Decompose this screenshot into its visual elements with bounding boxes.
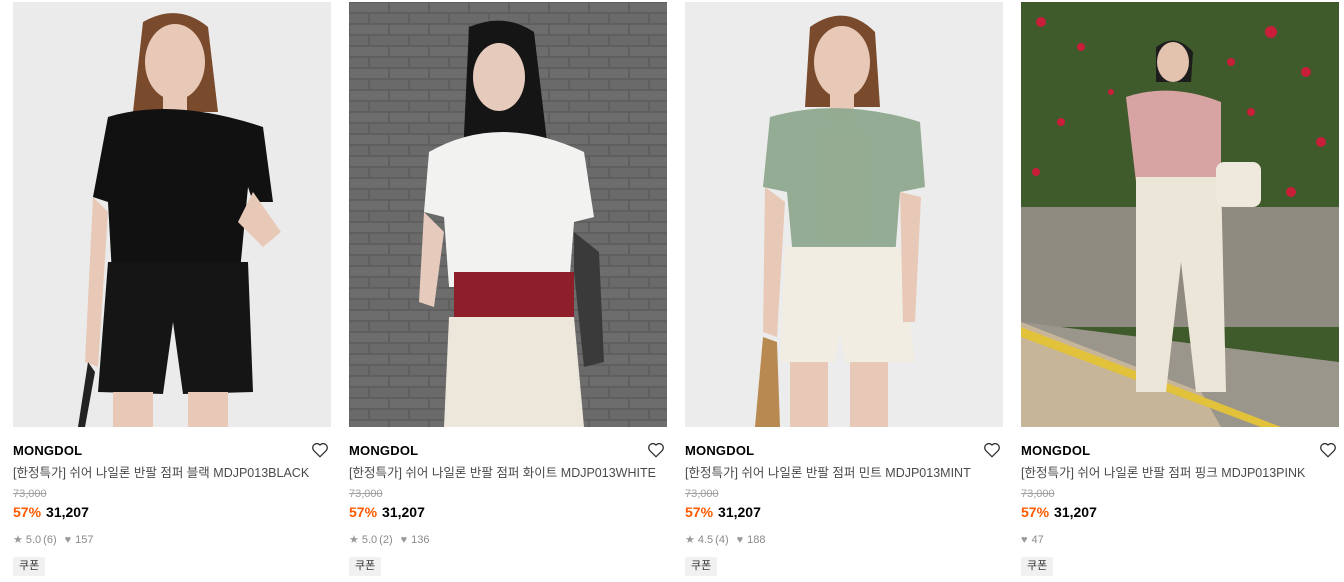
rating-value: 4.5 [697, 534, 714, 546]
price-row: 57% 31,207 [1021, 503, 1339, 521]
discount-rate: 57% [13, 504, 42, 520]
coupon-badge: 쿠폰 [1021, 557, 1054, 576]
product-photo-black [13, 2, 331, 427]
original-price: 73,000 [685, 488, 719, 500]
product-image[interactable] [685, 2, 1003, 427]
star-icon: ★ [685, 534, 695, 546]
product-name[interactable]: [한정특가] 쉬어 나일론 반팔 점퍼 블랙 MDJP013BLACK [13, 464, 331, 482]
sale-price: 31,207 [1054, 504, 1097, 520]
likes-count: 157 [75, 534, 94, 546]
sale-price: 31,207 [718, 504, 761, 520]
brand-name[interactable]: MONGDOL [685, 443, 754, 458]
product-card[interactable]: MONGDOL [한정특가] 쉬어 나일론 반팔 점퍼 화이트 MDJP013W… [349, 2, 667, 576]
likes-count: 188 [747, 534, 766, 546]
wishlist-heart-icon[interactable] [1319, 441, 1337, 459]
review-count: (2) [379, 534, 393, 546]
likes-count: 136 [411, 534, 430, 546]
sale-price: 31,207 [382, 504, 425, 520]
product-image[interactable] [13, 2, 331, 427]
wishlist-heart-icon[interactable] [647, 441, 665, 459]
star-icon: ★ [13, 534, 23, 546]
likes-heart-icon: ♥ [1021, 534, 1028, 546]
coupon-badge: 쿠폰 [349, 557, 382, 576]
likes-count: 47 [1031, 534, 1044, 546]
wishlist-heart-icon[interactable] [311, 441, 329, 459]
product-card[interactable]: MONGDOL [한정특가] 쉬어 나일론 반팔 점퍼 민트 MDJP013MI… [685, 2, 1003, 576]
sale-price: 31,207 [46, 504, 89, 520]
product-name[interactable]: [한정특가] 쉬어 나일론 반팔 점퍼 핑크 MDJP013PINK [1021, 464, 1339, 482]
rating-value: 5.0 [361, 534, 378, 546]
discount-rate: 57% [685, 504, 714, 520]
likes-heart-icon: ♥ [64, 534, 72, 546]
brand-name[interactable]: MONGDOL [13, 443, 82, 458]
likes-heart-icon: ♥ [736, 534, 744, 546]
likes-heart-icon: ♥ [400, 534, 408, 546]
product-image[interactable] [349, 2, 667, 427]
review-count: (4) [715, 534, 729, 546]
brand-name[interactable]: MONGDOL [1021, 443, 1090, 458]
original-price: 73,000 [349, 488, 383, 500]
coupon-badge: 쿠폰 [685, 557, 718, 576]
product-stats: ♥ 47 [1021, 533, 1339, 547]
review-count: (6) [43, 534, 57, 546]
product-stats: ★ 5.0 (2) ♥ 136 [349, 533, 667, 547]
coupon-badge: 쿠폰 [13, 557, 46, 576]
discount-rate: 57% [1021, 504, 1050, 520]
wishlist-heart-icon[interactable] [983, 441, 1001, 459]
product-name[interactable]: [한정특가] 쉬어 나일론 반팔 점퍼 화이트 MDJP013WHITE [349, 464, 667, 482]
product-photo-pink [1021, 2, 1339, 427]
product-image[interactable] [1021, 2, 1339, 427]
star-icon: ★ [349, 534, 359, 546]
product-stats: ★ 5.0 (6) ♥ 157 [13, 533, 331, 547]
original-price: 73,000 [1021, 488, 1055, 500]
product-stats: ★ 4.5 (4) ♥ 188 [685, 533, 1003, 547]
rating-value: 5.0 [25, 534, 42, 546]
product-name[interactable]: [한정특가] 쉬어 나일론 반팔 점퍼 민트 MDJP013MINT [685, 464, 1003, 482]
product-photo-white [349, 2, 667, 427]
price-row: 57% 31,207 [13, 503, 331, 521]
product-card[interactable]: MONGDOL [한정특가] 쉬어 나일론 반팔 점퍼 블랙 MDJP013BL… [13, 2, 331, 576]
original-price: 73,000 [13, 488, 47, 500]
price-row: 57% 31,207 [685, 503, 1003, 521]
price-row: 57% 31,207 [349, 503, 667, 521]
product-photo-mint [685, 2, 1003, 427]
brand-name[interactable]: MONGDOL [349, 443, 418, 458]
product-card[interactable]: MONGDOL [한정특가] 쉬어 나일론 반팔 점퍼 핑크 MDJP013PI… [1021, 2, 1339, 576]
discount-rate: 57% [349, 504, 378, 520]
